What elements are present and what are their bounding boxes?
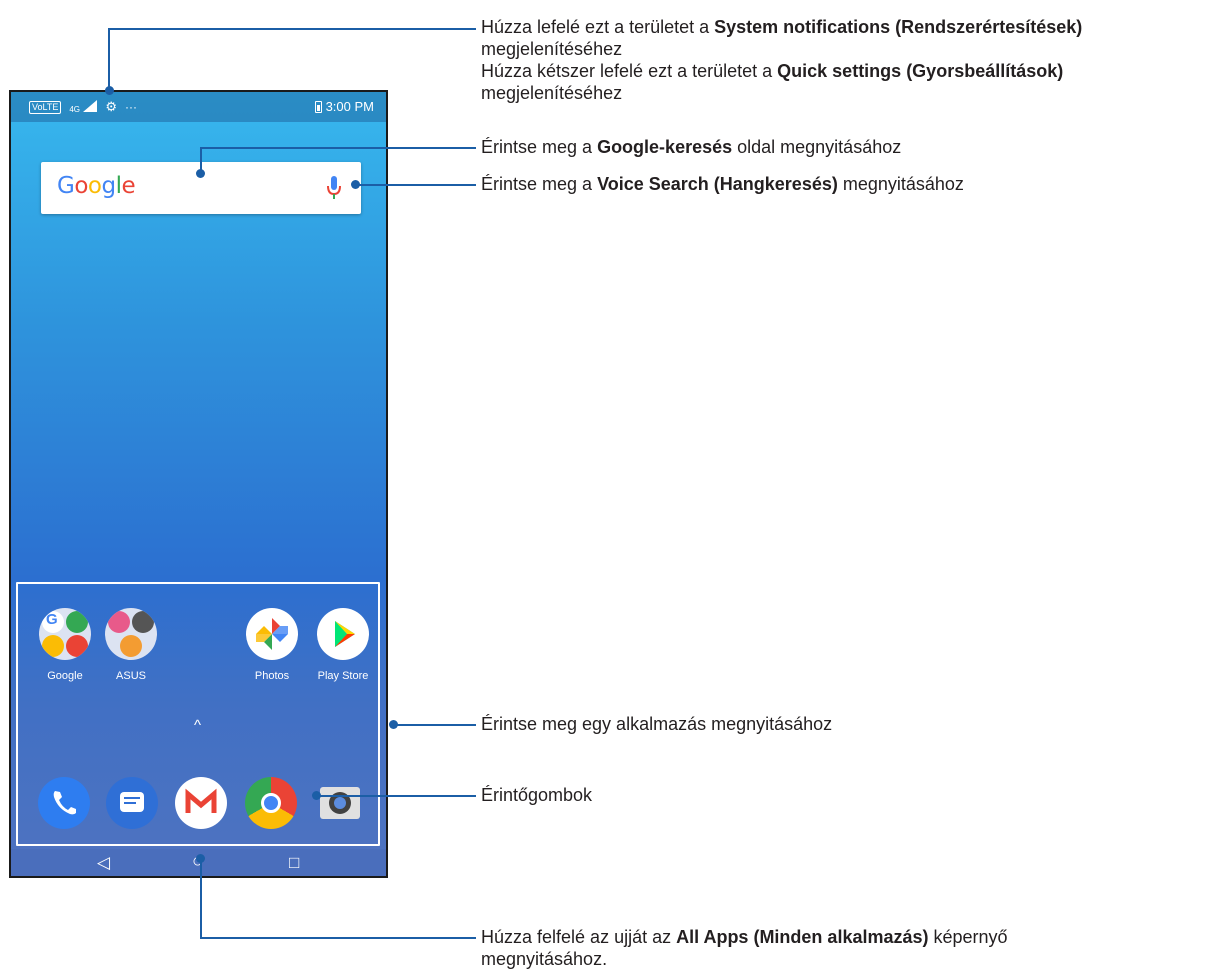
messages-icon xyxy=(106,777,158,829)
app-asus-folder[interactable]: ASUS xyxy=(96,608,166,682)
callout-line-apps xyxy=(393,724,476,726)
callout-line-allapps-vertical xyxy=(200,858,202,939)
app-label: ASUS xyxy=(116,670,146,682)
callout-dot-allapps xyxy=(196,854,205,863)
phone-screen: VoLTE 4G ⚙ ··· 3:00 PM Google G Google A… xyxy=(9,90,388,878)
chrome-icon xyxy=(245,777,297,829)
camera-icon xyxy=(314,777,366,829)
callout-voice-search: Érintse meg a Voice Search (Hangkeresés)… xyxy=(481,174,964,194)
app-label: Photos xyxy=(254,670,290,682)
google-folder-icon: G xyxy=(39,608,91,660)
battery-icon xyxy=(314,100,322,113)
dock-messages[interactable] xyxy=(97,777,167,829)
mic-icon[interactable] xyxy=(327,176,341,205)
callout-line-notif-vertical xyxy=(108,28,110,90)
dock-camera[interactable] xyxy=(305,777,375,829)
app-google-folder[interactable]: G Google xyxy=(30,608,100,682)
callout-line-google-horizontal xyxy=(200,147,476,149)
volte-icon: VoLTE xyxy=(29,100,62,114)
dock-phone[interactable] xyxy=(29,777,99,829)
signal-icon: 4G xyxy=(69,99,98,115)
clock: 3:00 PM xyxy=(325,99,374,114)
phone-icon xyxy=(38,777,90,829)
callout-line-allapps-horizontal xyxy=(200,937,476,939)
asus-folder-icon xyxy=(105,608,157,660)
google-logo: Google xyxy=(57,173,136,199)
callout-dot-apps xyxy=(389,720,398,729)
app-play-store[interactable]: Play Store xyxy=(308,608,378,682)
gear-icon: ⚙ xyxy=(105,99,118,114)
callout-apps: Érintse meg egy alkalmazás megnyitásához xyxy=(481,714,833,734)
app-label: Play Store xyxy=(317,670,369,682)
app-label: Google xyxy=(47,670,83,682)
app-photos[interactable]: Photos xyxy=(237,608,307,682)
callout-google-search: Érintse meg a Google-keresés oldal megny… xyxy=(481,137,902,157)
play-store-icon xyxy=(317,608,369,660)
dock-chrome[interactable] xyxy=(236,777,306,829)
callout-line-voice xyxy=(355,184,476,186)
gmail-icon xyxy=(175,777,227,829)
photos-icon xyxy=(246,608,298,660)
callout-all-apps: Húzza felfelé az ujját az All Apps (Mind… xyxy=(481,927,1008,969)
dock-gmail[interactable] xyxy=(166,777,236,829)
callout-dot-google xyxy=(196,169,205,178)
callout-line-nav xyxy=(318,795,476,797)
status-bar[interactable]: VoLTE 4G ⚙ ··· 3:00 PM xyxy=(11,92,386,122)
callout-dot-nav xyxy=(312,791,321,800)
callout-dot-voice xyxy=(351,180,360,189)
recents-icon[interactable]: □ xyxy=(289,853,299,873)
callout-line-notif-horizontal xyxy=(108,28,476,30)
callout-touch-buttons: Érintőgombok xyxy=(481,785,593,805)
callout-dot-notif xyxy=(105,86,114,95)
chevron-up-icon[interactable]: ^ xyxy=(194,717,201,734)
back-icon[interactable]: ◁ xyxy=(97,853,110,873)
callout-notifications: Húzza lefelé ezt a területet a System no… xyxy=(481,17,1083,103)
more-icon: ··· xyxy=(125,100,138,114)
